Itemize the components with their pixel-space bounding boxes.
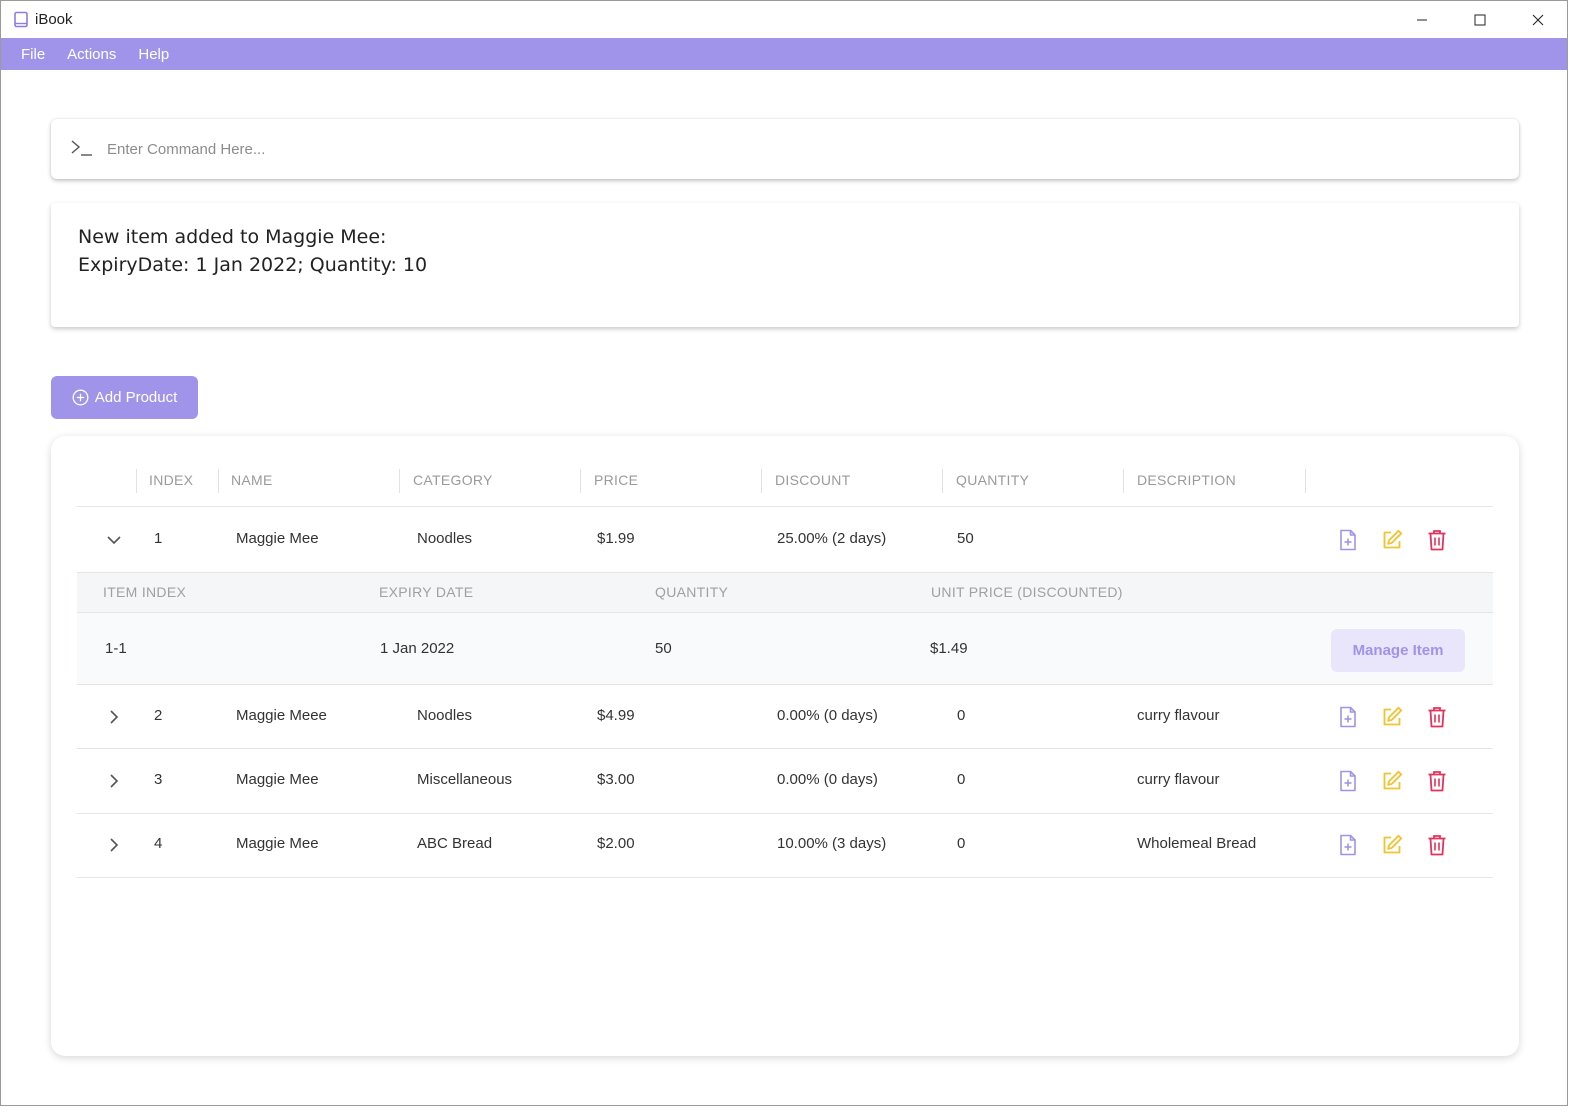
column-separator xyxy=(399,469,400,493)
command-box xyxy=(51,119,1519,179)
subcolumn-header-item-index: ITEM INDEX xyxy=(103,584,187,600)
row-discount: 10.00% (3 days) xyxy=(777,835,887,852)
column-header-index[interactable]: INDEX xyxy=(149,472,193,488)
window-title: iBook xyxy=(35,11,73,28)
row-price: $3.00 xyxy=(597,771,635,788)
command-input[interactable] xyxy=(107,133,1497,165)
delete-icon[interactable] xyxy=(1425,528,1449,552)
row-price: $4.99 xyxy=(597,707,635,724)
column-separator xyxy=(136,469,137,493)
item-subtable-header xyxy=(77,572,1493,613)
row-index: 4 xyxy=(154,835,163,852)
column-separator xyxy=(218,469,219,493)
subcolumn-header-expiry-date: EXPIRY DATE xyxy=(379,584,474,600)
column-header-price[interactable]: PRICE xyxy=(594,472,638,488)
delete-icon[interactable] xyxy=(1425,833,1449,857)
result-display: New item added to Maggie Mee: ExpiryDate… xyxy=(51,203,1519,327)
row-divider xyxy=(77,877,1493,878)
row-name: Maggie Mee xyxy=(236,530,319,547)
app-window: iBook File Actions Help New item added t… xyxy=(0,0,1568,1106)
row-name: Maggie Mee xyxy=(236,835,319,852)
row-category: Miscellaneous xyxy=(417,771,513,788)
item-subtable-row xyxy=(77,613,1493,684)
close-button[interactable] xyxy=(1509,1,1567,38)
row-index: 3 xyxy=(154,771,163,788)
manage-item-button[interactable]: Manage Item xyxy=(1331,629,1465,672)
book-icon xyxy=(14,11,28,28)
row-quantity: 0 xyxy=(957,707,966,724)
column-separator xyxy=(761,469,762,493)
terminal-prompt-icon xyxy=(71,140,92,156)
row-category: ABC Bread xyxy=(417,835,493,852)
edit-icon[interactable] xyxy=(1380,528,1404,552)
minimize-icon xyxy=(1417,19,1427,20)
minimize-button[interactable] xyxy=(1393,1,1451,38)
add-item-icon[interactable] xyxy=(1336,833,1360,857)
row-category: Noodles xyxy=(417,530,473,547)
item-expiry-date: 1 Jan 2022 xyxy=(380,640,455,657)
menu-help[interactable]: Help xyxy=(127,46,180,63)
title-bar: iBook xyxy=(1,1,1567,38)
menu-file[interactable]: File xyxy=(10,46,56,63)
row-price: $2.00 xyxy=(597,835,635,852)
add-item-icon[interactable] xyxy=(1336,705,1360,729)
row-discount: 0.00% (0 days) xyxy=(777,707,878,724)
column-separator xyxy=(1305,469,1306,493)
product-table: INDEX NAME CATEGORY PRICE DISCOUNT QUANT… xyxy=(51,436,1519,1056)
column-separator xyxy=(942,469,943,493)
row-quantity: 0 xyxy=(957,835,966,852)
row-divider xyxy=(77,748,1493,749)
row-discount: 25.00% (2 days) xyxy=(777,530,887,547)
plus-circle-icon xyxy=(72,389,89,406)
edit-icon[interactable] xyxy=(1380,833,1404,857)
result-line-1: New item added to Maggie Mee: xyxy=(78,226,387,248)
column-separator xyxy=(580,469,581,493)
column-header-name[interactable]: NAME xyxy=(231,472,273,488)
subcolumn-header-quantity: QUANTITY xyxy=(655,584,729,600)
row-name: Maggie Mee xyxy=(236,771,319,788)
row-quantity: 50 xyxy=(957,530,974,547)
delete-icon[interactable] xyxy=(1425,769,1449,793)
close-icon xyxy=(1532,14,1544,25)
header-divider xyxy=(77,506,1493,507)
chevron-right-icon[interactable] xyxy=(104,707,124,727)
row-description: curry flavour xyxy=(1137,707,1220,724)
column-header-description[interactable]: DESCRIPTION xyxy=(1137,472,1236,488)
row-description: curry flavour xyxy=(1137,771,1220,788)
row-description: Wholemeal Bread xyxy=(1137,835,1257,852)
result-line-2: ExpiryDate: 1 Jan 2022; Quantity: 10 xyxy=(78,254,428,276)
column-separator xyxy=(1123,469,1124,493)
row-price: $1.99 xyxy=(597,530,635,547)
item-index: 1-1 xyxy=(105,640,127,657)
row-name: Maggie Meee xyxy=(236,707,327,724)
maximize-button[interactable] xyxy=(1451,1,1509,38)
row-index: 1 xyxy=(154,530,163,547)
row-divider xyxy=(77,813,1493,814)
row-divider xyxy=(77,684,1493,685)
add-item-icon[interactable] xyxy=(1336,769,1360,793)
row-discount: 0.00% (0 days) xyxy=(777,771,878,788)
add-item-icon[interactable] xyxy=(1336,528,1360,552)
menu-actions[interactable]: Actions xyxy=(56,46,127,63)
edit-icon[interactable] xyxy=(1380,769,1404,793)
maximize-icon xyxy=(1474,14,1486,25)
chevron-right-icon[interactable] xyxy=(104,835,124,855)
chevron-right-icon[interactable] xyxy=(104,771,124,791)
delete-icon[interactable] xyxy=(1425,705,1449,729)
add-product-button[interactable]: Add Product xyxy=(51,376,198,419)
row-index: 2 xyxy=(154,707,163,724)
column-header-category[interactable]: CATEGORY xyxy=(413,472,493,488)
column-header-discount[interactable]: DISCOUNT xyxy=(775,472,851,488)
chevron-down-icon[interactable] xyxy=(104,530,124,550)
add-product-label: Add Product xyxy=(94,389,178,406)
column-header-quantity[interactable]: QUANTITY xyxy=(956,472,1029,488)
subcolumn-header-unit-price: UNIT PRICE (DISCOUNTED) xyxy=(931,584,1123,600)
row-category: Noodles xyxy=(417,707,473,724)
item-unit-price: $1.49 xyxy=(930,640,968,657)
item-quantity: 50 xyxy=(655,640,672,657)
edit-icon[interactable] xyxy=(1380,705,1404,729)
menu-bar: File Actions Help xyxy=(1,38,1567,70)
row-quantity: 0 xyxy=(957,771,966,788)
